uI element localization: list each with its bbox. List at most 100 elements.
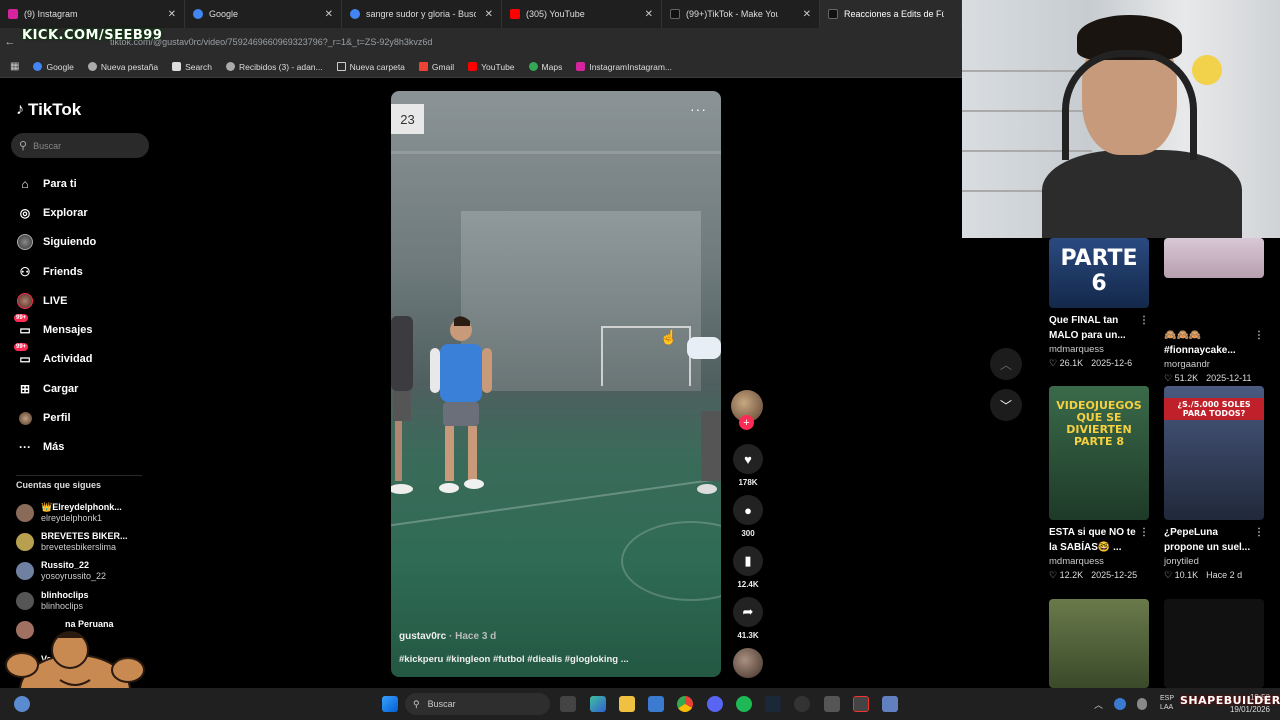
- sidebar-item-mensajes[interactable]: ▭ 99+ Mensajes: [14, 314, 96, 344]
- video-thumbnail[interactable]: [1164, 599, 1264, 688]
- card-more-icon[interactable]: ⋮: [1139, 525, 1149, 540]
- microphone-icon[interactable]: [1137, 698, 1147, 710]
- close-icon[interactable]: ✕: [168, 9, 176, 20]
- player-figure-right: [687, 337, 721, 494]
- sidebar-item-explorar[interactable]: ◎ Explorar: [16, 198, 96, 227]
- tab-tiktok[interactable]: (99+)TikTok - Make Your Day ✕: [662, 0, 820, 28]
- tab-tiktok-active[interactable]: Reacciones a Edits de Fútbol: [820, 0, 962, 28]
- discord-icon[interactable]: [707, 696, 723, 712]
- following-account[interactable]: blinhoclips blinhoclips: [16, 586, 128, 615]
- card-more-icon[interactable]: ⋮: [1139, 313, 1149, 328]
- sidebar-item-actividad[interactable]: ▭ 99+ Actividad: [14, 343, 96, 374]
- bookmark-google[interactable]: Google: [33, 62, 74, 72]
- sidebar-item-live[interactable]: LIVE: [16, 286, 96, 315]
- video-thumbnail[interactable]: [1049, 599, 1149, 688]
- more-options-icon[interactable]: ···: [690, 101, 707, 117]
- sidebar-item-friends[interactable]: ⚇ Friends: [16, 257, 96, 286]
- tab-search[interactable]: sangre sudor y gloria - Buscar con ✕: [342, 0, 502, 28]
- taskbar-search[interactable]: ⚲ Buscar: [405, 693, 550, 715]
- card-author[interactable]: jonytiled: [1164, 556, 1264, 567]
- close-icon[interactable]: ✕: [325, 9, 333, 20]
- task-view-icon[interactable]: [560, 696, 576, 712]
- calculator-icon[interactable]: [882, 696, 898, 712]
- bookmark-gmail[interactable]: Gmail: [418, 62, 454, 72]
- copilot-icon[interactable]: [590, 696, 606, 712]
- close-icon[interactable]: ✕: [645, 9, 653, 20]
- windows-start-icon[interactable]: [382, 696, 398, 712]
- spotify-icon[interactable]: [736, 696, 752, 712]
- card-title[interactable]: Que FINAL tan MALO para un... ⋮: [1049, 313, 1149, 343]
- comment-button[interactable]: ● 300: [731, 495, 765, 538]
- video-thumbnail[interactable]: PARTE 6: [1049, 238, 1149, 308]
- card-title[interactable]: 🙈🙈🙈 #fionnaycake... ⋮: [1164, 328, 1264, 358]
- weather-icon[interactable]: [14, 696, 30, 712]
- video-author[interactable]: gustav0rc · Hace 3 d: [399, 631, 496, 642]
- video-thumbnail[interactable]: VIDEOJUEGOS QUE SE DIVIERTEN PARTE 8: [1049, 386, 1149, 520]
- bookmark-inbox[interactable]: Recibidos (3) - adan...: [226, 62, 323, 72]
- recommended-video-card[interactable]: PARTE 6 Que FINAL tan MALO para un... ⋮ m…: [1049, 238, 1149, 369]
- search-input[interactable]: [33, 140, 134, 151]
- tray-app-icon[interactable]: [1114, 698, 1126, 710]
- card-author[interactable]: morgaandr: [1164, 359, 1264, 370]
- search-box[interactable]: ⚲: [11, 133, 149, 158]
- creator-avatar[interactable]: +: [731, 390, 763, 430]
- share-button[interactable]: ➦ 41.3K: [731, 597, 765, 640]
- video-thumbnail[interactable]: ¿S./5.000 SOLES PARA TODOS?: [1164, 386, 1264, 520]
- previous-video-button[interactable]: ︿: [990, 348, 1022, 380]
- card-title[interactable]: ¿PepeLuna propone un suel... ⋮: [1164, 525, 1264, 555]
- recommended-video-card[interactable]: ¿S./5.000 SOLES PARA TODOS? ¿PepeLuna pr…: [1164, 386, 1264, 581]
- bookmark-new-tab[interactable]: Nueva pestaña: [87, 62, 158, 72]
- follow-plus-icon[interactable]: +: [739, 415, 754, 430]
- close-icon[interactable]: ✕: [485, 9, 493, 20]
- recommended-video-card[interactable]: 🙈🙈🙈 #fionnaycake... ⋮ morgaandr ♡ 51.2K 20…: [1164, 238, 1264, 384]
- recommended-video-card[interactable]: VIDEOJUEGOS QUE SE DIVIERTEN PARTE 8 EST…: [1049, 386, 1149, 581]
- video-player[interactable]: 23 ··· gustav0rc · Hace 3 d #kickperu #k…: [391, 91, 721, 677]
- tiktok-logo[interactable]: ♪ TikTok: [16, 100, 81, 120]
- save-button[interactable]: ▮ 12.4K: [731, 546, 765, 589]
- search-icon: [172, 62, 182, 71]
- language-indicator[interactable]: ESP LAA: [1160, 694, 1174, 712]
- sidebar-item-siguiendo[interactable]: Siguiendo: [16, 228, 96, 257]
- card-author[interactable]: mdmarquess: [1049, 556, 1149, 567]
- video-hashtags[interactable]: #kickperu #kingleon #futbol #diealis #gl…: [399, 654, 629, 665]
- card-date: 2025-12-6: [1091, 358, 1133, 368]
- back-icon[interactable]: ←: [0, 36, 20, 48]
- bookmark-instagram[interactable]: InstagramInstagram...: [576, 62, 672, 72]
- tab-youtube[interactable]: (305) YouTube ✕: [502, 0, 662, 28]
- tab-google[interactable]: Google ✕: [185, 0, 342, 28]
- sidebar-item-cargar[interactable]: ⊞ Cargar: [16, 374, 96, 403]
- following-account[interactable]: 👑Elreydelphonk... elreydelphonk1: [16, 498, 128, 527]
- following-account[interactable]: Russito_22 yosoyrussito_22: [16, 557, 128, 586]
- mouse-cursor-icon: ☝: [660, 329, 678, 345]
- next-video-button[interactable]: ﹀: [990, 389, 1022, 421]
- sound-disc-avatar[interactable]: [733, 648, 763, 678]
- card-title[interactable]: ESTA si que NO te la SABÍAS🤓 ... ⋮: [1049, 525, 1149, 555]
- bookmark-search[interactable]: Search: [172, 62, 212, 72]
- card-more-icon[interactable]: ⋮: [1254, 328, 1264, 343]
- app-icon[interactable]: [853, 696, 869, 712]
- app-icon[interactable]: [824, 696, 840, 712]
- steam-icon[interactable]: [765, 696, 781, 712]
- chrome-icon[interactable]: [677, 696, 693, 712]
- bookmark-youtube[interactable]: YouTube: [468, 62, 515, 72]
- card-author[interactable]: mdmarquess: [1049, 344, 1149, 355]
- close-icon[interactable]: ✕: [803, 9, 811, 20]
- obs-icon[interactable]: [794, 696, 810, 712]
- apps-grid-icon[interactable]: ▦: [10, 61, 19, 72]
- tray-chevron-icon[interactable]: ︿: [1094, 698, 1106, 710]
- following-account[interactable]: BREVETES BIKER... brevetesbikerslima: [16, 527, 128, 556]
- tab-instagram[interactable]: (9) Instagram ✕: [0, 0, 185, 28]
- bookmark-folder[interactable]: Nueva carpeta: [336, 62, 405, 72]
- like-button[interactable]: ♥ 178K: [731, 444, 765, 487]
- author-handle[interactable]: gustav0rc: [399, 631, 446, 642]
- sidebar-item-perfil[interactable]: Perfil: [16, 403, 96, 432]
- recommended-video-card[interactable]: [1164, 599, 1264, 688]
- video-thumbnail[interactable]: [1164, 238, 1264, 278]
- card-more-icon[interactable]: ⋮: [1254, 525, 1264, 540]
- sidebar-item-mas[interactable]: ··· Más: [16, 433, 96, 462]
- file-explorer-icon[interactable]: [619, 696, 635, 712]
- sidebar-item-para-ti[interactable]: ⌂ Para ti: [16, 169, 96, 198]
- bookmark-maps[interactable]: Maps: [528, 62, 562, 72]
- recommended-video-card[interactable]: [1049, 599, 1149, 688]
- store-icon[interactable]: [648, 696, 664, 712]
